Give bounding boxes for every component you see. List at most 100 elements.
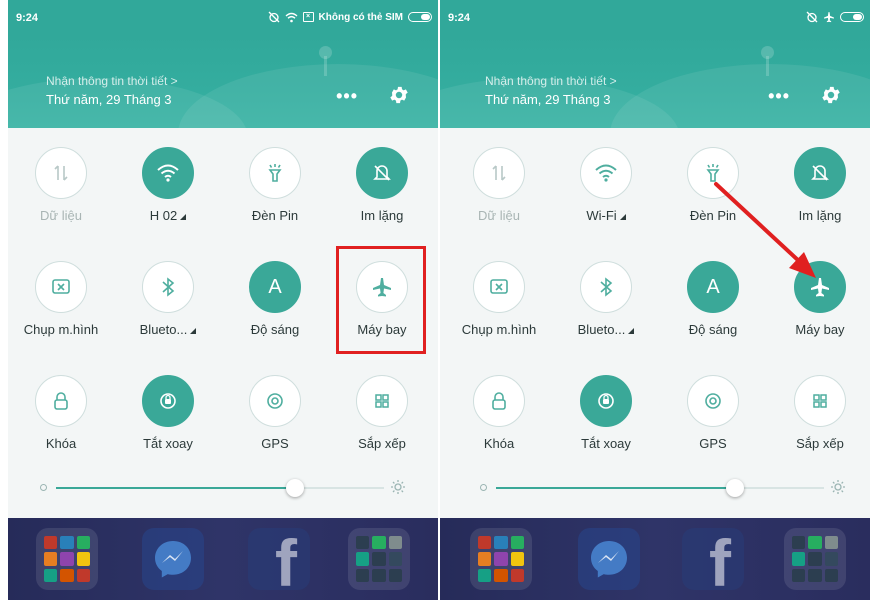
brightness-slider[interactable] [480, 478, 846, 498]
toggle-gps[interactable]: GPS [660, 356, 766, 456]
toggle-lock[interactable]: Khóa [446, 356, 552, 456]
toggle-rotate[interactable]: Tắt xoay [553, 356, 659, 456]
toggle-brightness[interactable]: A Độ sáng [660, 242, 766, 342]
weather-link[interactable]: Nhận thông tin thời tiết > [485, 74, 617, 88]
more-icon[interactable]: ••• [768, 86, 790, 107]
screenshot-icon [490, 279, 508, 294]
slider-track [496, 479, 824, 497]
toggle-silent[interactable]: Im lặng [767, 128, 870, 228]
toggle-label: Độ sáng [688, 322, 738, 337]
slider-thumb[interactable] [726, 479, 745, 497]
home-dock: f [440, 518, 870, 600]
wifi-icon [595, 164, 617, 182]
grid-icon [375, 394, 389, 408]
auto-brightness-icon: A [706, 275, 720, 298]
toggle-label: Wi-Fi [586, 208, 617, 223]
toggle-screenshot[interactable]: Chụp m.hình [446, 242, 552, 342]
gear-icon[interactable] [820, 84, 842, 106]
expand-indicator [628, 328, 635, 334]
toggle-label: Sắp xếp [358, 436, 406, 451]
toggle-screenshot[interactable]: Chụp m.hình [8, 242, 114, 342]
screenshot-icon [52, 279, 70, 294]
flashlight-icon [268, 164, 282, 182]
gps-icon [267, 393, 283, 409]
brightness-slider[interactable] [40, 478, 406, 498]
toggle-arrange[interactable]: Sắp xếp [329, 356, 435, 456]
dim-icon [480, 484, 487, 491]
wifi-status-icon [285, 12, 298, 22]
toggle-brightness[interactable]: A Độ sáng [222, 242, 328, 342]
folder-icon[interactable] [348, 528, 410, 590]
weather-link[interactable]: Nhận thông tin thời tiết > [46, 74, 178, 88]
toggle-wifi[interactable]: Wi-Fi [553, 128, 659, 228]
more-icon[interactable]: ••• [336, 86, 358, 107]
alarm-off-icon [806, 11, 818, 23]
toggle-silent[interactable]: Im lặng [329, 128, 435, 228]
toggle-label: Sắp xếp [796, 436, 844, 451]
toggle-label: GPS [261, 436, 289, 451]
messenger-icon[interactable] [578, 528, 640, 590]
toggle-label: Dữ liệu [40, 208, 82, 223]
toggle-lock[interactable]: Khóa [8, 356, 114, 456]
toggle-label: Tắt xoay [143, 436, 193, 451]
slider-thumb[interactable] [286, 479, 305, 497]
toggle-rotate[interactable]: Tắt xoay [115, 356, 221, 456]
folder-icon[interactable] [470, 528, 532, 590]
slider-track [56, 479, 384, 497]
airplane-icon [811, 278, 829, 297]
toggle-label: Chụp m.hình [23, 322, 99, 337]
toggle-label: Im lặng [360, 208, 404, 223]
battery-icon [408, 12, 432, 22]
status-bar: 9:24 × Không có thẻ SIM [8, 0, 438, 34]
toggle-arrange[interactable]: Sắp xếp [767, 356, 870, 456]
expand-indicator [619, 214, 626, 220]
lock-icon [492, 392, 506, 410]
wifi-icon [157, 164, 179, 182]
toggle-label: Độ sáng [250, 322, 300, 337]
toggle-airplane[interactable]: Máy bay [767, 242, 870, 342]
toggle-label: GPS [699, 436, 727, 451]
toggle-flashlight[interactable]: Đèn Pin [660, 128, 766, 228]
rotate-lock-icon [598, 393, 614, 409]
toggle-label: H 02 [149, 208, 178, 223]
status-time: 9:24 [16, 12, 39, 24]
messenger-icon[interactable] [142, 528, 204, 590]
toggle-wifi[interactable]: H 02 [115, 128, 221, 228]
toggle-label: Tắt xoay [581, 436, 631, 451]
toggle-bluetooth[interactable]: Blueto... [115, 242, 221, 342]
data-arrows-icon [492, 165, 506, 181]
dim-icon [40, 484, 47, 491]
sim-icon: × [302, 12, 314, 22]
status-icons: × Không có thẻ SIM [268, 11, 432, 23]
notification-header: Nhận thông tin thời tiết > Thứ năm, 29 T… [440, 34, 870, 128]
facebook-icon[interactable]: f [682, 528, 744, 590]
airplane-status-icon [824, 12, 834, 23]
rotate-lock-icon [160, 393, 176, 409]
notification-header: Nhận thông tin thời tiết > Thứ năm, 29 T… [8, 34, 438, 128]
folder-icon[interactable] [784, 528, 846, 590]
quick-settings-grid: Dữ liệu Wi-Fi Đèn Pin Im lặng Chụp m.hìn… [440, 128, 870, 518]
toggle-data[interactable]: Dữ liệu [8, 128, 114, 228]
toggle-label: Máy bay [795, 322, 845, 337]
alarm-off-icon [268, 11, 280, 23]
toggle-bluetooth[interactable]: Blueto... [553, 242, 659, 342]
toggle-gps[interactable]: GPS [222, 356, 328, 456]
toggle-data[interactable]: Dữ liệu [446, 128, 552, 228]
toggle-label: Đèn Pin [251, 208, 299, 223]
status-time: 9:24 [448, 12, 471, 24]
expand-indicator [190, 328, 197, 334]
toggle-flashlight[interactable]: Đèn Pin [222, 128, 328, 228]
highlight-box [336, 246, 426, 354]
bell-off-icon [373, 165, 391, 181]
gear-icon[interactable] [388, 84, 410, 106]
folder-icon[interactable] [36, 528, 98, 590]
bell-off-icon [811, 165, 829, 181]
toggle-label: Chụp m.hình [461, 322, 537, 337]
facebook-icon[interactable]: f [248, 528, 310, 590]
data-arrows-icon [54, 165, 68, 181]
expand-indicator [180, 214, 187, 220]
bluetooth-icon [600, 277, 613, 297]
auto-brightness-icon: A [268, 275, 282, 298]
status-bar: 9:24 [440, 0, 870, 34]
toggle-label: Đèn Pin [689, 208, 737, 223]
